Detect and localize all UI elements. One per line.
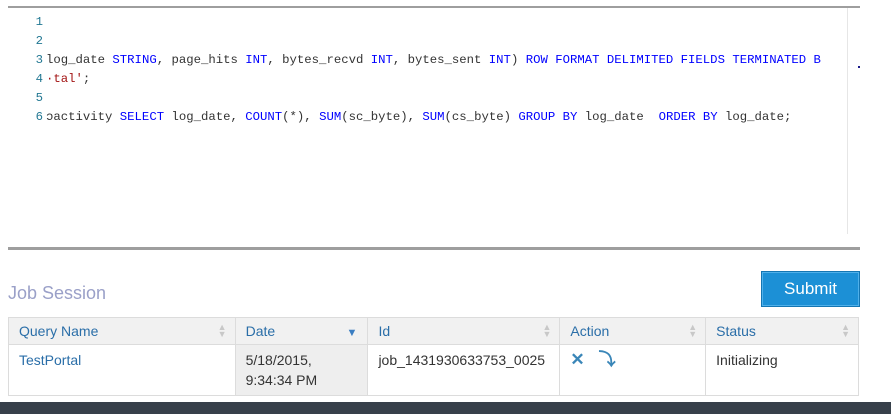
code-line[interactable]: 6 ɔactivity SELECT log_date, COUNT(*), SU… (8, 108, 846, 127)
job-session-table: Query Name ▲ ▼ Date ▼ Id ▲ ▼ Action ▲ ▼ Sta… (8, 317, 859, 396)
code-token: (sc_byte), (341, 110, 423, 124)
date-text: 5/18/2015, (245, 352, 312, 368)
code-line[interactable]: 4 ·tal'; (8, 70, 846, 89)
column-header-status[interactable]: Status ▲ ▼ (705, 317, 859, 345)
footer-bar (0, 402, 891, 414)
status-cell: Initializing (705, 344, 859, 396)
action-cell: ✕ ⤵ (559, 344, 707, 396)
sort-icon: ▲ ▼ (217, 322, 227, 339)
status-text: Initializing (716, 352, 778, 368)
code-token: STRING (112, 53, 157, 67)
editor-bottom-rule (8, 247, 860, 250)
code-token: ) (510, 53, 526, 67)
time-text: 9:34:34 PM (245, 372, 318, 388)
line-number: 4 (35, 72, 43, 86)
code-token: ·tal' (46, 72, 83, 86)
table-row: TestPortal 5/18/2015, 9:34:34 PM job_143… (8, 344, 859, 396)
sort-descending-icon: ▼ (346, 327, 358, 339)
code-line[interactable]: 3 log_date STRING, page_hits INT, bytes_r… (8, 51, 846, 70)
code-text: log_date STRING, page_hits INT, bytes_re… (46, 51, 821, 70)
editor-scrollbar[interactable] (847, 8, 858, 234)
close-icon[interactable]: ✕ (570, 350, 584, 370)
code-text: ɔactivity SELECT log_date, COUNT(*), SUM… (46, 108, 791, 127)
code-token: log_date; (717, 110, 792, 124)
line-number: 5 (35, 91, 43, 105)
line-number: 3 (35, 53, 43, 67)
code-token: , bytes_recvd (267, 53, 371, 67)
column-header-action[interactable]: Action ▲ ▼ (559, 317, 707, 345)
code-token: INT (245, 53, 268, 67)
column-header-date[interactable]: Date ▼ (234, 317, 369, 345)
code-text: ·tal'; (46, 70, 90, 89)
query-editor[interactable]: 1 2 3 log_date STRING, page_hits INT, bytes… (8, 6, 860, 250)
code-token: log_date (577, 110, 659, 124)
column-header-id[interactable]: Id ▲ ▼ (367, 317, 561, 345)
column-header-label: Query Name (19, 323, 99, 339)
code-token: log_date (46, 53, 113, 67)
column-header-label: Status (716, 323, 756, 339)
code-token: , bytes_sent (392, 53, 489, 67)
code-token: INT (488, 53, 511, 67)
sort-icon: ▲ ▼ (688, 322, 698, 339)
code-token: SUM (319, 110, 342, 124)
line-number: 2 (35, 34, 43, 48)
code-token: (cs_byte) (444, 110, 519, 124)
code-token: GROUP BY (518, 110, 578, 124)
code-token: ORDER BY (658, 110, 718, 124)
redo-arrow-icon[interactable]: ⤵ (599, 350, 616, 370)
sort-icon: ▲ ▼ (841, 322, 850, 339)
date-cell: 5/18/2015, 9:34:34 PM (234, 344, 369, 396)
line-number: 6 (35, 110, 43, 124)
submit-button[interactable]: Submit (761, 271, 860, 307)
editor-top-rule (8, 6, 860, 8)
code-token: ROW FORMAT DELIMITED FIELDS TERMINATED B (525, 53, 821, 67)
line-number: 1 (35, 15, 43, 29)
code-line[interactable]: 5 (8, 89, 846, 108)
code-token: , page_hits (156, 53, 246, 67)
column-header-query-name[interactable]: Query Name ▲ ▼ (8, 317, 236, 345)
id-cell: job_1431930633753_0025 (367, 344, 561, 396)
code-token: ɔactivity (46, 110, 120, 124)
sort-icon: ▲ ▼ (542, 322, 552, 339)
code-token: SELECT (119, 110, 165, 124)
code-line[interactable]: 1 (8, 13, 846, 32)
code-line[interactable]: 2 (8, 32, 846, 51)
code-token: ; (82, 72, 91, 86)
query-name-link[interactable]: TestPortal (19, 352, 81, 368)
table-header-row: Query Name ▲ ▼ Date ▼ Id ▲ ▼ Action ▲ ▼ Sta… (8, 317, 859, 345)
query-name-cell: TestPortal (8, 344, 236, 396)
code-token: log_date, (164, 110, 246, 124)
column-header-label: Id (378, 323, 391, 339)
code-token: (*), (282, 110, 320, 124)
code-token: INT (370, 53, 393, 67)
code-token: SUM (422, 110, 445, 124)
column-header-label: Date (245, 323, 276, 339)
column-header-label: Action (570, 323, 610, 339)
job-id-text: job_1431930633753_0025 (378, 352, 546, 368)
job-session-title: Job Session (8, 283, 107, 303)
code-token: COUNT (245, 110, 283, 124)
